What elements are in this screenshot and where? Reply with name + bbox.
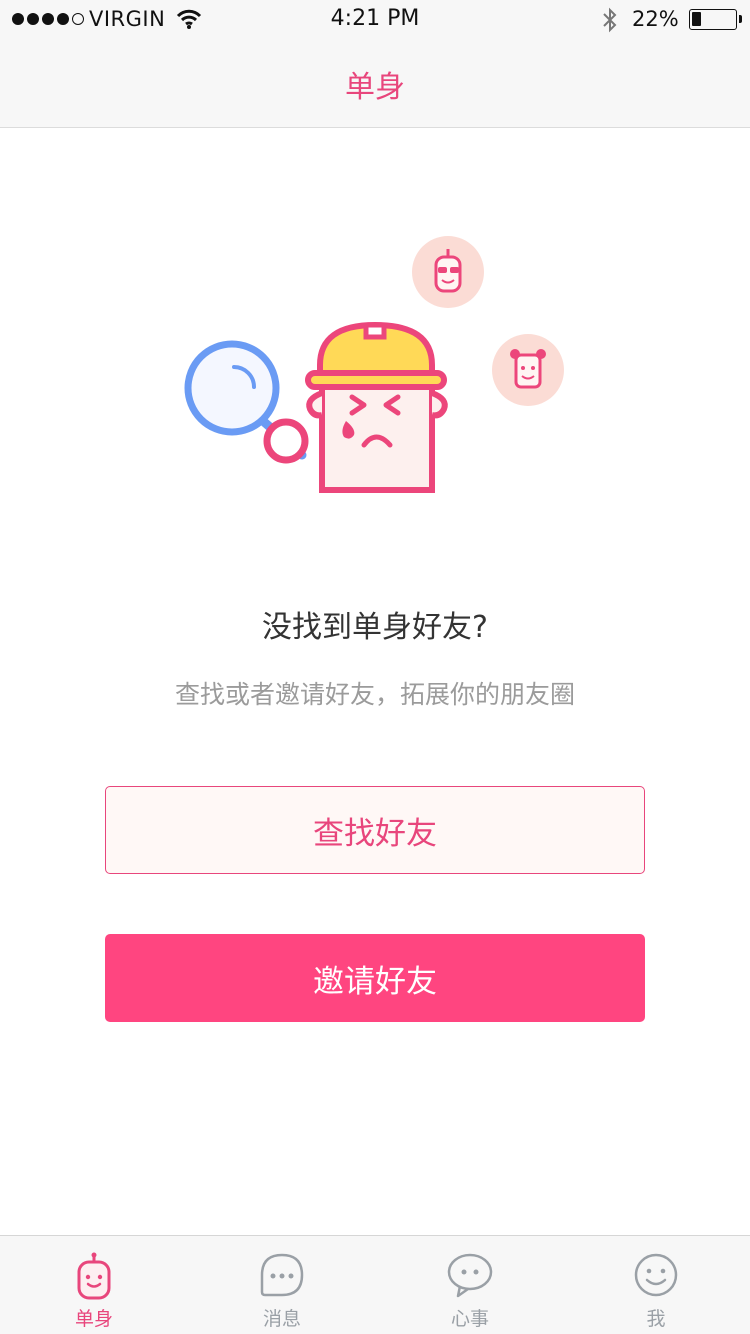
battery-icon bbox=[689, 9, 742, 30]
tab-messages[interactable]: 消息 bbox=[188, 1236, 376, 1334]
smiley-face-icon bbox=[633, 1252, 679, 1302]
empty-state-illustration bbox=[170, 225, 590, 515]
tab-label: 单身 bbox=[74, 1308, 113, 1330]
battery-percent: 22% bbox=[632, 7, 679, 31]
empty-state-title: 没找到单身好友? bbox=[262, 610, 488, 645]
chat-bubble-icon bbox=[446, 1252, 494, 1302]
tab-single[interactable]: 单身 bbox=[0, 1236, 188, 1334]
invite-friends-button[interactable]: 邀请好友 bbox=[105, 934, 645, 1022]
tab-label: 消息 bbox=[262, 1308, 301, 1330]
tab-label: 我 bbox=[646, 1308, 666, 1330]
tab-bar: 单身 消息 心事 我 bbox=[0, 1235, 750, 1334]
tab-label: 心事 bbox=[450, 1308, 489, 1330]
page-title: 单身 bbox=[345, 70, 405, 105]
girl-character-bubble-icon bbox=[492, 334, 564, 406]
tab-me[interactable]: 我 bbox=[562, 1236, 750, 1334]
sad-character-icon bbox=[305, 321, 448, 493]
single-character-icon bbox=[76, 1252, 112, 1304]
empty-state-subtitle: 查找或者邀请好友，拓展你的朋友圈 bbox=[174, 680, 575, 709]
magnifier-icon bbox=[184, 340, 309, 464]
message-bubble-icon bbox=[259, 1252, 305, 1302]
find-friends-button[interactable]: 查找好友 bbox=[105, 786, 645, 874]
navigation-bar: 单身 bbox=[0, 40, 750, 128]
status-bar: VIRGIN 4:21 PM 22% bbox=[0, 0, 750, 40]
bluetooth-icon bbox=[600, 7, 620, 37]
cool-character-bubble-icon bbox=[412, 236, 484, 308]
tab-thoughts[interactable]: 心事 bbox=[376, 1236, 564, 1334]
